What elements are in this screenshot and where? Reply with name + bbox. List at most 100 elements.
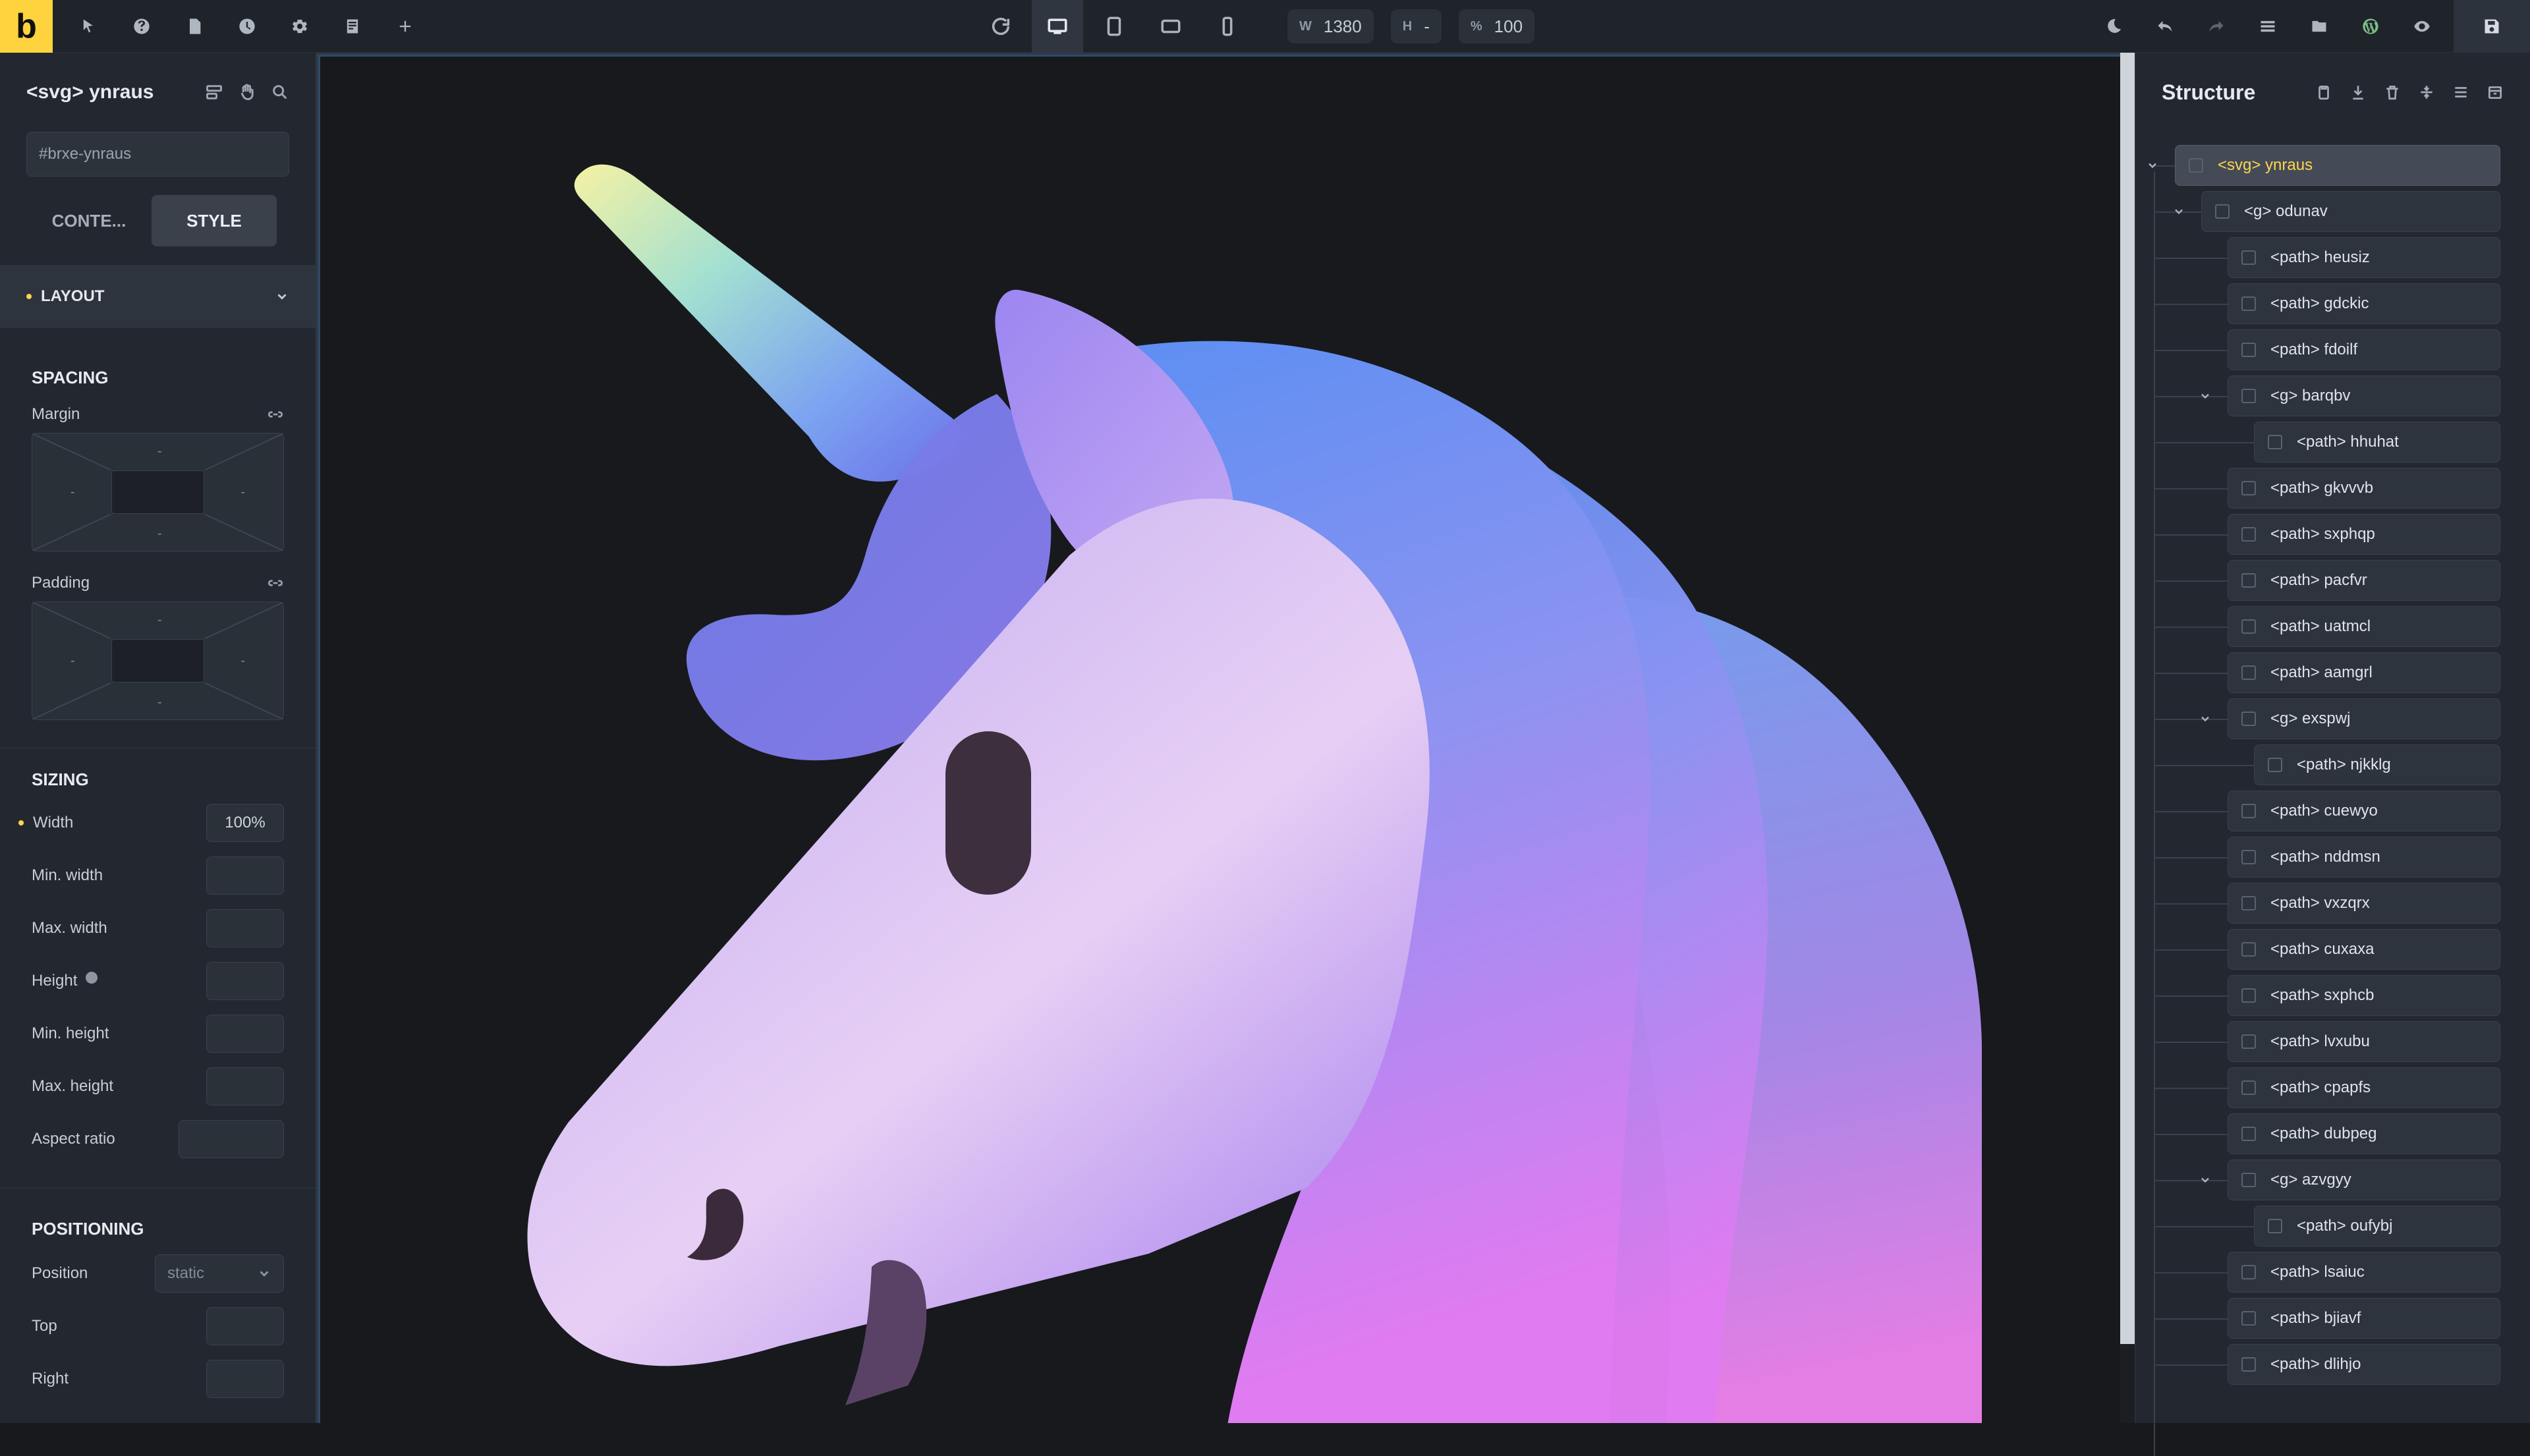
node-checkbox[interactable] [2241,250,2256,265]
mobile-icon[interactable] [1202,0,1253,53]
link-icon[interactable] [267,574,284,592]
link-icon[interactable] [267,406,284,423]
node-checkbox[interactable] [2241,481,2256,495]
node-checkbox[interactable] [2241,896,2256,910]
max-height-input[interactable] [206,1067,284,1106]
structure-node[interactable]: <g> barqbv [2228,376,2500,416]
layers-icon[interactable] [205,83,223,101]
node-checkbox[interactable] [2241,665,2256,680]
height-input[interactable] [206,962,284,1000]
menu-icon[interactable] [2248,7,2288,46]
node-checkbox[interactable] [2241,1265,2256,1279]
tablet-landscape-icon[interactable] [1145,0,1196,53]
padding-box[interactable]: - - - - [32,602,284,720]
info-icon[interactable] [86,972,98,984]
width-box[interactable]: W 1380 [1287,9,1374,43]
structure-node[interactable]: <path> gdckic [2228,283,2500,324]
structure-node[interactable]: <path> nddmsn [2228,837,2500,878]
node-checkbox[interactable] [2241,296,2256,311]
structure-node[interactable]: <path> sxphqp [2228,514,2500,555]
structure-node[interactable]: <g> odunav [2201,191,2500,232]
moon-icon[interactable] [2094,7,2133,46]
structure-node[interactable]: <path> cuxaxa [2228,929,2500,970]
width-input[interactable]: 100% [206,804,284,842]
collapse-icon[interactable] [2418,84,2435,101]
structure-node[interactable]: <path> dlihjo [2228,1344,2500,1385]
chevron-down-icon[interactable] [2199,712,2212,725]
tab-style[interactable]: STYLE [152,195,277,246]
node-checkbox[interactable] [2241,343,2256,357]
margin-right-value[interactable]: - [240,485,245,500]
structure-node[interactable]: <path> gkvvvb [2228,468,2500,509]
structure-node[interactable]: <path> vxzqrx [2228,883,2500,924]
chevron-down-icon[interactable] [2199,389,2212,403]
node-checkbox[interactable] [2241,712,2256,726]
brand-logo[interactable]: b [0,0,53,53]
template-icon[interactable] [331,5,374,48]
structure-node[interactable]: <g> azvgyy [2228,1160,2500,1200]
download-icon[interactable] [2349,84,2367,101]
trash-icon[interactable] [2384,84,2401,101]
structure-node[interactable]: <path> cuewyo [2228,791,2500,831]
pages-icon[interactable] [173,5,216,48]
plus-icon[interactable] [383,5,427,48]
margin-bottom-value[interactable]: - [157,526,162,542]
node-checkbox[interactable] [2241,619,2256,634]
refresh-icon[interactable] [975,0,1026,53]
structure-node[interactable]: <path> sxphcb [2228,975,2500,1016]
node-checkbox[interactable] [2241,1034,2256,1049]
node-checkbox[interactable] [2241,389,2256,403]
structure-node[interactable]: <path> fdoilf [2228,329,2500,370]
right-input[interactable] [206,1360,284,1398]
structure-node[interactable]: <path> lsaiuc [2228,1252,2500,1293]
structure-node[interactable]: <path> aamgrl [2228,652,2500,693]
undo-icon[interactable] [2145,7,2185,46]
list-icon[interactable] [2452,84,2469,101]
wordpress-icon[interactable] [2351,7,2390,46]
node-checkbox[interactable] [2241,527,2256,542]
aspect-ratio-input[interactable] [179,1120,284,1158]
folder-icon[interactable] [2299,7,2339,46]
node-checkbox[interactable] [2241,1080,2256,1095]
desktop-icon[interactable] [1032,0,1083,53]
node-checkbox[interactable] [2241,1127,2256,1141]
structure-node[interactable]: <path> lvxubu [2228,1021,2500,1062]
structure-node[interactable]: <path> uatmcl [2228,606,2500,647]
node-checkbox[interactable] [2268,1219,2282,1233]
unicorn-illustration[interactable] [318,55,2120,1423]
node-checkbox[interactable] [2241,988,2256,1003]
min-width-input[interactable] [206,856,284,895]
structure-node[interactable]: <path> njkklg [2254,744,2500,785]
min-height-input[interactable] [206,1015,284,1053]
structure-node[interactable]: <path> pacfvr [2228,560,2500,601]
layout-section[interactable]: LAYOUT [0,265,316,328]
node-checkbox[interactable] [2241,942,2256,957]
height-box[interactable]: H - [1390,9,1442,43]
tablet-portrait-icon[interactable] [1088,0,1140,53]
clipboard-icon[interactable] [2315,84,2332,101]
archive-icon[interactable] [2487,84,2504,101]
node-checkbox[interactable] [2241,850,2256,864]
element-id-field[interactable]: #brxe-ynraus [26,132,289,177]
top-input[interactable] [206,1307,284,1345]
margin-top-value[interactable]: - [157,444,162,459]
node-checkbox[interactable] [2241,1173,2256,1187]
node-checkbox[interactable] [2241,1311,2256,1326]
node-checkbox[interactable] [2215,204,2230,219]
position-select[interactable]: static [155,1254,284,1293]
redo-icon[interactable] [2197,7,2236,46]
margin-box[interactable]: - - - - [32,433,284,551]
node-checkbox[interactable] [2189,158,2203,173]
padding-left-value[interactable]: - [70,654,75,669]
structure-node[interactable]: <path> cpapfs [2228,1067,2500,1108]
tab-content[interactable]: CONTE... [26,195,152,246]
structure-node[interactable]: <path> bjiavf [2228,1298,2500,1339]
node-checkbox[interactable] [2268,435,2282,449]
search-icon[interactable] [271,83,289,101]
structure-node[interactable]: <path> heusiz [2228,237,2500,278]
node-checkbox[interactable] [2241,1357,2256,1372]
save-button[interactable] [2454,0,2530,53]
builder-canvas[interactable] [316,53,2120,1423]
zoom-box[interactable]: % 100 [1458,9,1535,43]
node-checkbox[interactable] [2241,804,2256,818]
